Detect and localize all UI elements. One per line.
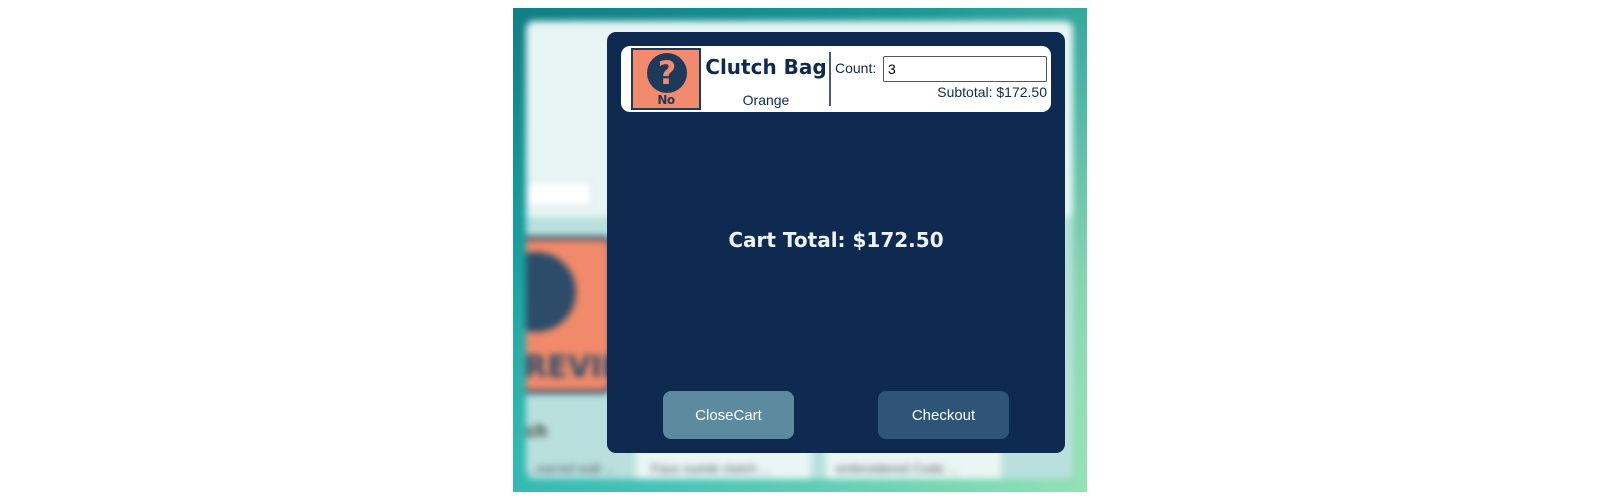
- cart-modal: ? No Preview Clutch Bag Orange Count: Su…: [607, 32, 1065, 453]
- item-subtotal: Subtotal: $172.50: [937, 84, 1047, 100]
- cart-item: ? No Preview Clutch Bag Orange Count: Su…: [621, 46, 1051, 112]
- count-label: Count:: [835, 60, 877, 76]
- checkout-button[interactable]: Checkout: [878, 391, 1009, 439]
- bg-card-text: embroidered Code ...: [836, 461, 959, 476]
- bg-product-image: PREVIEW: [526, 236, 656, 394]
- question-mark-icon: [526, 252, 576, 332]
- bg-card-text: Faux suede clutch ...: [651, 461, 771, 476]
- bg-card-text: ...earred wall ...: [526, 461, 615, 476]
- item-divider: [829, 52, 831, 106]
- cart-total: Cart Total: $172.50: [728, 228, 944, 252]
- count-input[interactable]: [883, 56, 1047, 82]
- product-thumbnail: ? No Preview: [631, 48, 701, 110]
- bg-search-input: [526, 181, 592, 207]
- question-mark-icon: ?: [647, 53, 687, 93]
- no-preview-text: No Preview: [641, 93, 692, 108]
- bg-product-name: ch: [526, 421, 548, 441]
- item-color: Orange: [742, 92, 790, 108]
- item-name: Clutch Bag: [705, 55, 827, 79]
- close-cart-button[interactable]: CloseCart: [663, 391, 794, 439]
